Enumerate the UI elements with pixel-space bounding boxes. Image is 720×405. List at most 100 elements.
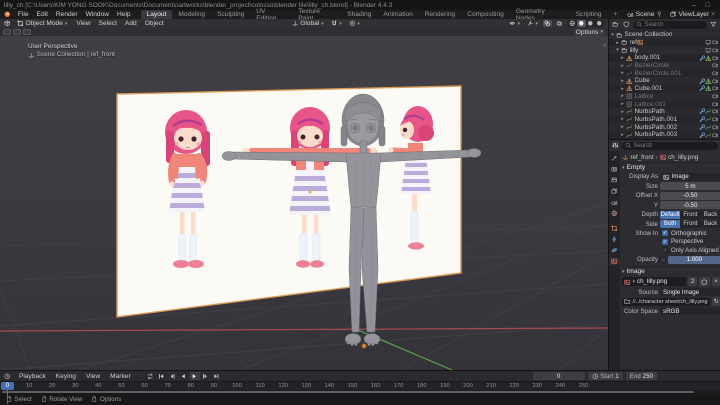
menu-render[interactable]: Render <box>52 11 82 18</box>
expand-icon[interactable]: ▸ <box>614 40 621 46</box>
depth-back[interactable]: Back <box>700 211 720 219</box>
sidebar-collapse-arrow[interactable]: ‹ <box>604 42 606 49</box>
offset-y-field[interactable]: -0.50 <box>660 201 720 210</box>
outliner-search-input[interactable]: Search <box>633 20 707 29</box>
outliner-row-lattice-001[interactable]: ▸ Lattice.001 <box>609 100 720 108</box>
sync-button[interactable] <box>146 372 156 380</box>
opacity-checkbox[interactable] <box>660 256 666 263</box>
expand-icon[interactable]: ▸ <box>619 78 626 84</box>
timeline-menu-keying[interactable]: Keying <box>52 373 80 380</box>
xray-toggle[interactable] <box>555 20 564 27</box>
current-frame-field[interactable]: 0 <box>532 372 585 380</box>
side-both[interactable]: Both <box>660 220 681 229</box>
blender-logo-icon[interactable] <box>3 11 12 18</box>
checkbox-perspective[interactable]: ✓ Perspective <box>622 238 720 247</box>
outliner-display-mode-dropdown[interactable] <box>611 21 620 28</box>
transform-orientation-dropdown[interactable]: Global ▾ <box>290 20 326 27</box>
shading-rendered-button[interactable] <box>595 20 604 27</box>
properties-tab-render[interactable] <box>609 165 620 173</box>
play-button[interactable] <box>189 372 200 380</box>
outliner-row-lattice[interactable]: ▸ Lattice <box>609 92 720 101</box>
view-layer-selector[interactable]: ViewLayer × <box>668 11 717 18</box>
workspace-tab-modeling[interactable]: Modeling <box>172 10 211 19</box>
properties-search-input[interactable]: Search <box>622 141 718 150</box>
wrapped-header-icon[interactable] <box>23 29 31 35</box>
menu-file[interactable]: File <box>14 11 33 18</box>
properties-tab-image[interactable] <box>609 257 620 265</box>
checkbox[interactable] <box>662 247 668 254</box>
offset-x-field[interactable]: -0.50 <box>660 191 720 200</box>
add-workspace-button[interactable]: + <box>607 10 623 19</box>
properties-tab-physics[interactable] <box>609 246 620 254</box>
timeline-ruler[interactable]: 0 01020304050607080901001101201301401501… <box>0 381 720 404</box>
side-back[interactable]: Back <box>700 220 720 228</box>
expand-icon[interactable]: ▾ <box>609 32 616 38</box>
workspace-tab-shading[interactable]: Shading <box>341 10 377 19</box>
expand-icon[interactable]: ▸ <box>619 101 626 107</box>
breadcrumb-data[interactable]: ch_lilly.png <box>668 154 698 161</box>
checkbox-only-axis-aligned[interactable]: Only Axis Aligned <box>622 246 720 255</box>
expand-icon[interactable]: ▸ <box>619 109 626 115</box>
outliner-row-nurbspath[interactable]: ▸ NurbsPath <box>609 107 720 116</box>
viewport-menu-view[interactable]: View <box>72 20 94 27</box>
timeline-menu-playback[interactable]: Playback <box>15 373 50 380</box>
properties-tab-scene[interactable] <box>609 198 620 206</box>
workspace-tab-compositing[interactable]: Compositing <box>461 10 510 19</box>
menu-window[interactable]: Window <box>82 11 113 18</box>
workspace-tab-animation[interactable]: Animation <box>377 10 418 19</box>
outliner-row-scene-collection[interactable]: ▾ Scene Collection <box>609 31 720 39</box>
outliner-row-cube[interactable]: ▸ Cube <box>609 77 720 85</box>
frame-start-field[interactable]: Start 1 <box>587 372 623 380</box>
unlink-image-button[interactable]: × <box>711 277 720 287</box>
properties-tab-constraint[interactable] <box>609 235 620 243</box>
snap-dropdown[interactable]: ▾ <box>329 20 344 27</box>
image-users-count[interactable]: 2 <box>688 277 698 287</box>
empty-panel-header[interactable]: ▾ Empty <box>622 162 720 172</box>
depth-front[interactable]: Front <box>680 211 700 219</box>
display-as-dropdown[interactable]: Image <box>660 172 720 181</box>
depth-default[interactable]: Default <box>660 210 681 219</box>
menu-help[interactable]: Help <box>113 11 135 18</box>
expand-icon[interactable]: ▾ <box>614 47 621 53</box>
mode-dropdown[interactable]: Object Mode ▾ <box>15 20 69 27</box>
expand-icon[interactable]: ▸ <box>619 70 626 76</box>
viewport-menu-object[interactable]: Object <box>141 20 168 27</box>
size-field[interactable]: 5 m <box>660 182 720 191</box>
colorspace-dropdown[interactable]: sRGB <box>660 307 720 316</box>
shading-wireframe-button[interactable] <box>568 20 577 27</box>
outliner-row-lilly[interactable]: ▾ lilly <box>609 46 720 55</box>
gizmos-dropdown[interactable]: ▾ <box>525 20 540 27</box>
outliner-row-nurbspath-003[interactable]: ▸ NurbsPath.003 <box>609 131 720 139</box>
jump-end-button[interactable] <box>212 372 222 380</box>
workspace-tab-layout[interactable]: Layout <box>140 10 173 19</box>
opacity-slider[interactable]: 1.000 <box>668 255 720 264</box>
outliner-row-nurbspath-001[interactable]: ▸ NurbsPath.001 <box>609 116 720 124</box>
checkbox[interactable]: ✓ <box>662 238 668 245</box>
breadcrumb-object[interactable]: ref_front <box>631 154 654 161</box>
outliner-row-beziercircle-001[interactable]: ▸ BezierCircle.001 <box>609 69 720 77</box>
expand-icon[interactable]: ▸ <box>619 93 626 99</box>
wrapped-header-icon[interactable] <box>13 29 21 35</box>
editor-type-icon[interactable] <box>3 20 12 27</box>
properties-tab-tool[interactable] <box>609 154 620 162</box>
outliner-row-cube-001[interactable]: ▸ Cube.001 <box>609 85 720 93</box>
next-key-button[interactable] <box>201 372 211 380</box>
expand-icon[interactable]: ▸ <box>619 124 626 130</box>
frame-end-field[interactable]: End 250 <box>625 372 657 380</box>
outliner-row-ref[interactable]: ▸ ref <box>609 39 720 47</box>
minimize-button[interactable]: – <box>692 2 696 9</box>
options-dropdown[interactable]: Options ▾ <box>573 28 605 36</box>
properties-tab-world[interactable] <box>609 209 620 217</box>
playhead[interactable]: 0 <box>1 382 14 390</box>
properties-tab-output[interactable] <box>609 176 620 184</box>
timeline-editor-icon[interactable] <box>3 373 12 380</box>
properties-tab-viewlayer[interactable] <box>609 187 620 195</box>
workspace-tab-sculpting[interactable]: Sculpting <box>211 10 250 19</box>
viewport-3d-canvas[interactable]: User Perspective Scene Collection | ref_… <box>0 36 608 370</box>
checkbox[interactable]: ✓ <box>662 230 668 237</box>
source-dropdown[interactable]: Single Image <box>660 288 720 297</box>
funnel-filter-icon[interactable] <box>709 21 718 28</box>
play-reverse-button[interactable] <box>179 372 189 380</box>
proportional-edit-dropdown[interactable]: ▾ <box>347 20 362 27</box>
viewport-menu-select[interactable]: Select <box>95 20 121 27</box>
